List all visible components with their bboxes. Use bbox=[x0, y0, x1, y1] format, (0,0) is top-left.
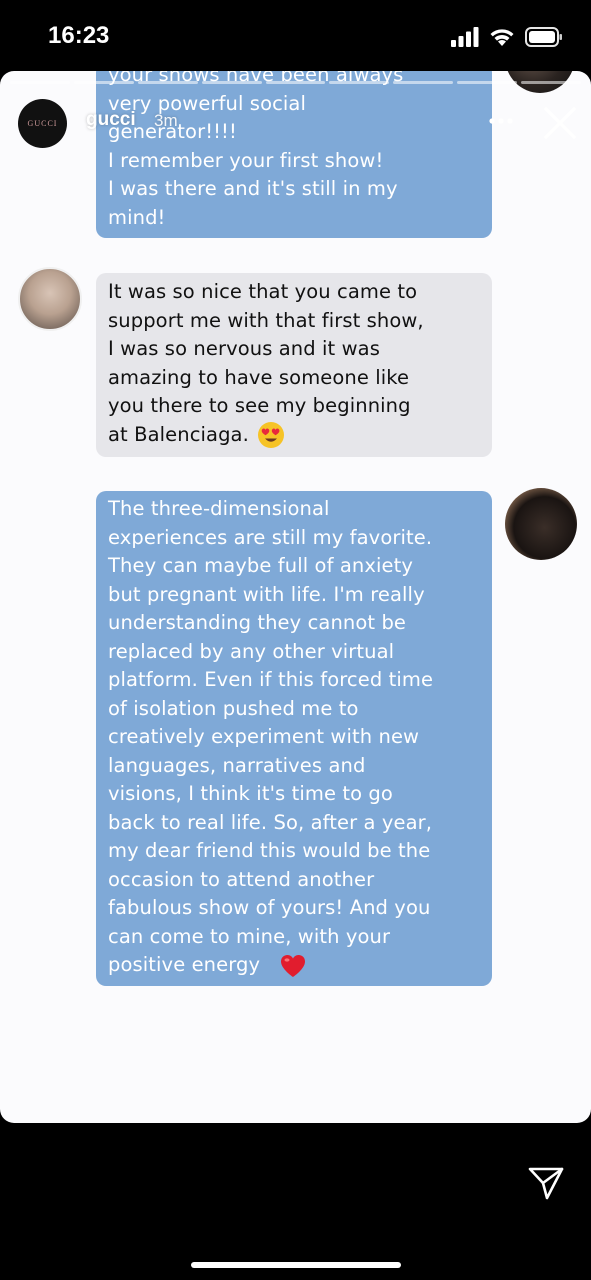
story-header: GUCCI gucci 3m bbox=[0, 71, 591, 161]
progress-segment bbox=[10, 81, 70, 84]
close-button[interactable] bbox=[542, 105, 578, 141]
progress-segment bbox=[137, 81, 198, 84]
battery-icon bbox=[525, 27, 562, 47]
progress-segment bbox=[201, 81, 262, 84]
status-icons bbox=[451, 24, 563, 50]
avatar bbox=[505, 488, 577, 560]
progress-segment bbox=[265, 81, 326, 84]
username[interactable]: gucci bbox=[86, 109, 136, 131]
status-time: 16:23 bbox=[48, 22, 110, 49]
close-icon bbox=[544, 107, 576, 139]
message-text: The three-dimensional experiences are st… bbox=[108, 497, 434, 976]
more-button[interactable] bbox=[486, 109, 516, 133]
progress-segment bbox=[521, 81, 582, 84]
send-icon bbox=[528, 1167, 564, 1200]
progress-segment bbox=[73, 81, 134, 84]
story-progress-bar bbox=[10, 81, 582, 84]
progress-segment bbox=[393, 81, 454, 84]
progress-segment bbox=[329, 81, 390, 84]
red-heart-emoji-icon bbox=[281, 954, 306, 977]
wifi-icon bbox=[490, 29, 514, 46]
more-icon bbox=[489, 118, 513, 124]
avatar bbox=[18, 267, 82, 331]
time-ago: 3m bbox=[154, 111, 178, 130]
profile-avatar[interactable]: GUCCI bbox=[18, 99, 67, 148]
message-bubble: The three-dimensional experiences are st… bbox=[96, 491, 492, 986]
heart-eyes-emoji-icon bbox=[257, 422, 284, 448]
status-bar: 16:23 bbox=[0, 0, 591, 72]
signal-icon bbox=[451, 27, 479, 47]
brand-logo: GUCCI bbox=[27, 119, 58, 128]
story-footer bbox=[0, 1123, 591, 1280]
home-indicator[interactable] bbox=[191, 1262, 401, 1268]
story-card[interactable]: your shows have been always very powerfu… bbox=[0, 71, 591, 1123]
send-button[interactable] bbox=[528, 1165, 564, 1201]
progress-segment bbox=[457, 81, 518, 84]
message-bubble: It was so nice that you came to support … bbox=[96, 273, 492, 457]
